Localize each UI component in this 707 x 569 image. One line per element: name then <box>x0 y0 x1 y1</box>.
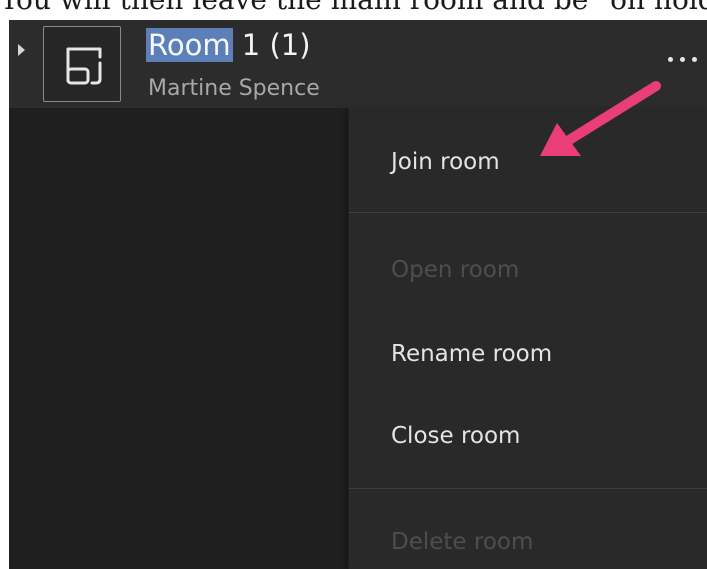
room-participant: Martine Spence <box>148 76 320 101</box>
menu-item-open-room: Open room <box>391 257 520 283</box>
menu-item-close-room[interactable]: Close room <box>349 406 707 466</box>
selected-text: Room <box>146 28 233 62</box>
room-title-rest: 1 (1) <box>232 28 311 62</box>
room-title[interactable]: Room 1 (1) <box>146 25 311 65</box>
screenshot: You will then leave the main room and be… <box>0 0 707 569</box>
menu-item-join-room[interactable]: Join room <box>349 132 707 192</box>
breakout-room-icon <box>43 26 121 102</box>
document-caption: You will then leave the main room and be… <box>0 0 707 21</box>
menu-item-delete-room: Delete room <box>391 529 534 555</box>
menu-divider <box>349 212 707 213</box>
room-context-menu: Join room Open room Rename room Close ro… <box>348 108 707 569</box>
more-options-icon[interactable] <box>660 50 706 70</box>
chevron-right-icon[interactable] <box>18 44 25 56</box>
menu-divider <box>349 488 707 489</box>
menu-item-rename-room[interactable]: Rename room <box>349 324 707 384</box>
